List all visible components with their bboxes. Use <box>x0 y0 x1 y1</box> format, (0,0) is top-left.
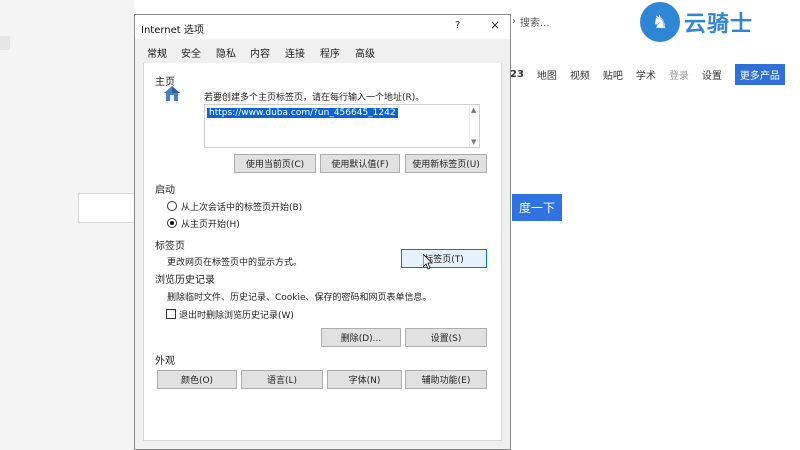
radio-start-home[interactable] <box>167 218 177 228</box>
background-nav: 23 地图 视频 贴吧 学术 登录 设置 更多产品 <box>510 64 785 85</box>
home-instruction: 若要创建多个主页标签页，请在每行输入一个地址(R)。 <box>204 93 425 103</box>
start-last-session-label: 从上次会话中的标签页开始(B) <box>181 203 303 213</box>
dialog-tabs: 常规 安全 隐私 内容 连接 程序 高级 <box>135 45 510 61</box>
nav-more-products[interactable]: 更多产品 <box>734 64 785 85</box>
scroll-down-icon[interactable]: ▼ <box>471 138 476 146</box>
tab-content[interactable]: 内容 <box>250 45 270 60</box>
close-button[interactable]: × <box>490 18 500 32</box>
colors-button[interactable]: 颜色(O) <box>157 370 237 389</box>
history-description: 删除临时文件、历史记录、Cookie、保存的密码和网页表单信息。 <box>167 293 432 303</box>
use-new-tab-button[interactable]: 使用新标签页(U) <box>405 154 487 173</box>
tabs-button[interactable]: 标签页(T) <box>401 249 487 268</box>
nav-item-map[interactable]: 地图 <box>537 67 557 82</box>
background-left-strip <box>0 0 134 450</box>
internet-options-dialog: Internet 选项 ? × 常规 安全 隐私 内容 连接 程序 高级 主页 … <box>134 14 511 450</box>
accessibility-button[interactable]: 辅助功能(E) <box>405 370 487 389</box>
search-hint-text: 搜索... <box>520 18 550 29</box>
mouse-cursor-icon <box>423 254 433 270</box>
home-url-value: https://www.duba.com/?un_456645_1242 <box>207 108 398 118</box>
tab-privacy[interactable]: 隐私 <box>216 45 236 60</box>
nav-partial-number: 23 <box>510 69 524 80</box>
knight-logo-icon: ♞ <box>640 2 680 42</box>
tabs-description: 更改网页在标签页中的显示方式。 <box>167 258 303 268</box>
dialog-titlebar[interactable]: Internet 选项 ? × <box>135 15 510 39</box>
nav-item-tieba[interactable]: 贴吧 <box>603 67 623 82</box>
history-settings-button[interactable]: 设置(S) <box>405 328 487 347</box>
tab-programs[interactable]: 程序 <box>320 45 340 60</box>
appearance-heading: 外观 <box>155 356 175 367</box>
delete-on-exit-checkbox[interactable] <box>166 309 176 319</box>
background-search-box[interactable] <box>78 193 135 223</box>
tab-advanced[interactable]: 高级 <box>355 45 375 60</box>
home-url-textarea[interactable]: https://www.duba.com/?un_456645_1242 ▲ ▼ <box>204 104 480 148</box>
help-button[interactable]: ? <box>455 20 460 31</box>
nav-item-video[interactable]: 视频 <box>570 67 590 82</box>
home-page-icon <box>164 86 180 101</box>
background-left-tab-edge <box>0 36 10 50</box>
tab-general[interactable]: 常规 <box>147 45 167 60</box>
languages-button[interactable]: 语言(L) <box>241 370 323 389</box>
use-current-button[interactable]: 使用当前页(C) <box>234 154 316 173</box>
startup-heading: 启动 <box>155 185 175 196</box>
delete-history-button[interactable]: 删除(D)... <box>321 328 401 347</box>
background-search-hint: › 搜索... <box>512 14 550 29</box>
tab-connections[interactable]: 连接 <box>285 45 305 60</box>
delete-on-exit-label: 退出时删除浏览历史记录(W) <box>179 311 294 321</box>
start-home-label: 从主页开始(H) <box>181 220 240 230</box>
watermark-logo: ♞ 云骑士 <box>640 2 753 42</box>
history-heading: 浏览历史记录 <box>155 275 215 286</box>
fonts-button[interactable]: 字体(N) <box>327 370 402 389</box>
tab-security[interactable]: 安全 <box>181 45 201 60</box>
logo-text: 云骑士 <box>684 12 754 37</box>
scroll-up-icon[interactable]: ▲ <box>471 106 476 114</box>
chevron-right-icon: › <box>512 16 516 27</box>
nav-settings[interactable]: 设置 <box>702 67 722 82</box>
use-default-button[interactable]: 使用默认值(F) <box>320 154 400 173</box>
radio-start-last-session[interactable] <box>167 201 177 211</box>
nav-item-academic[interactable]: 学术 <box>636 67 656 82</box>
background-search-button[interactable]: 度一下 <box>512 194 562 221</box>
nav-login[interactable]: 登录 <box>669 67 689 82</box>
textarea-scrollbar[interactable]: ▲ ▼ <box>469 105 479 147</box>
tabs-heading: 标签页 <box>155 241 185 252</box>
dialog-title: Internet 选项 <box>141 25 204 36</box>
